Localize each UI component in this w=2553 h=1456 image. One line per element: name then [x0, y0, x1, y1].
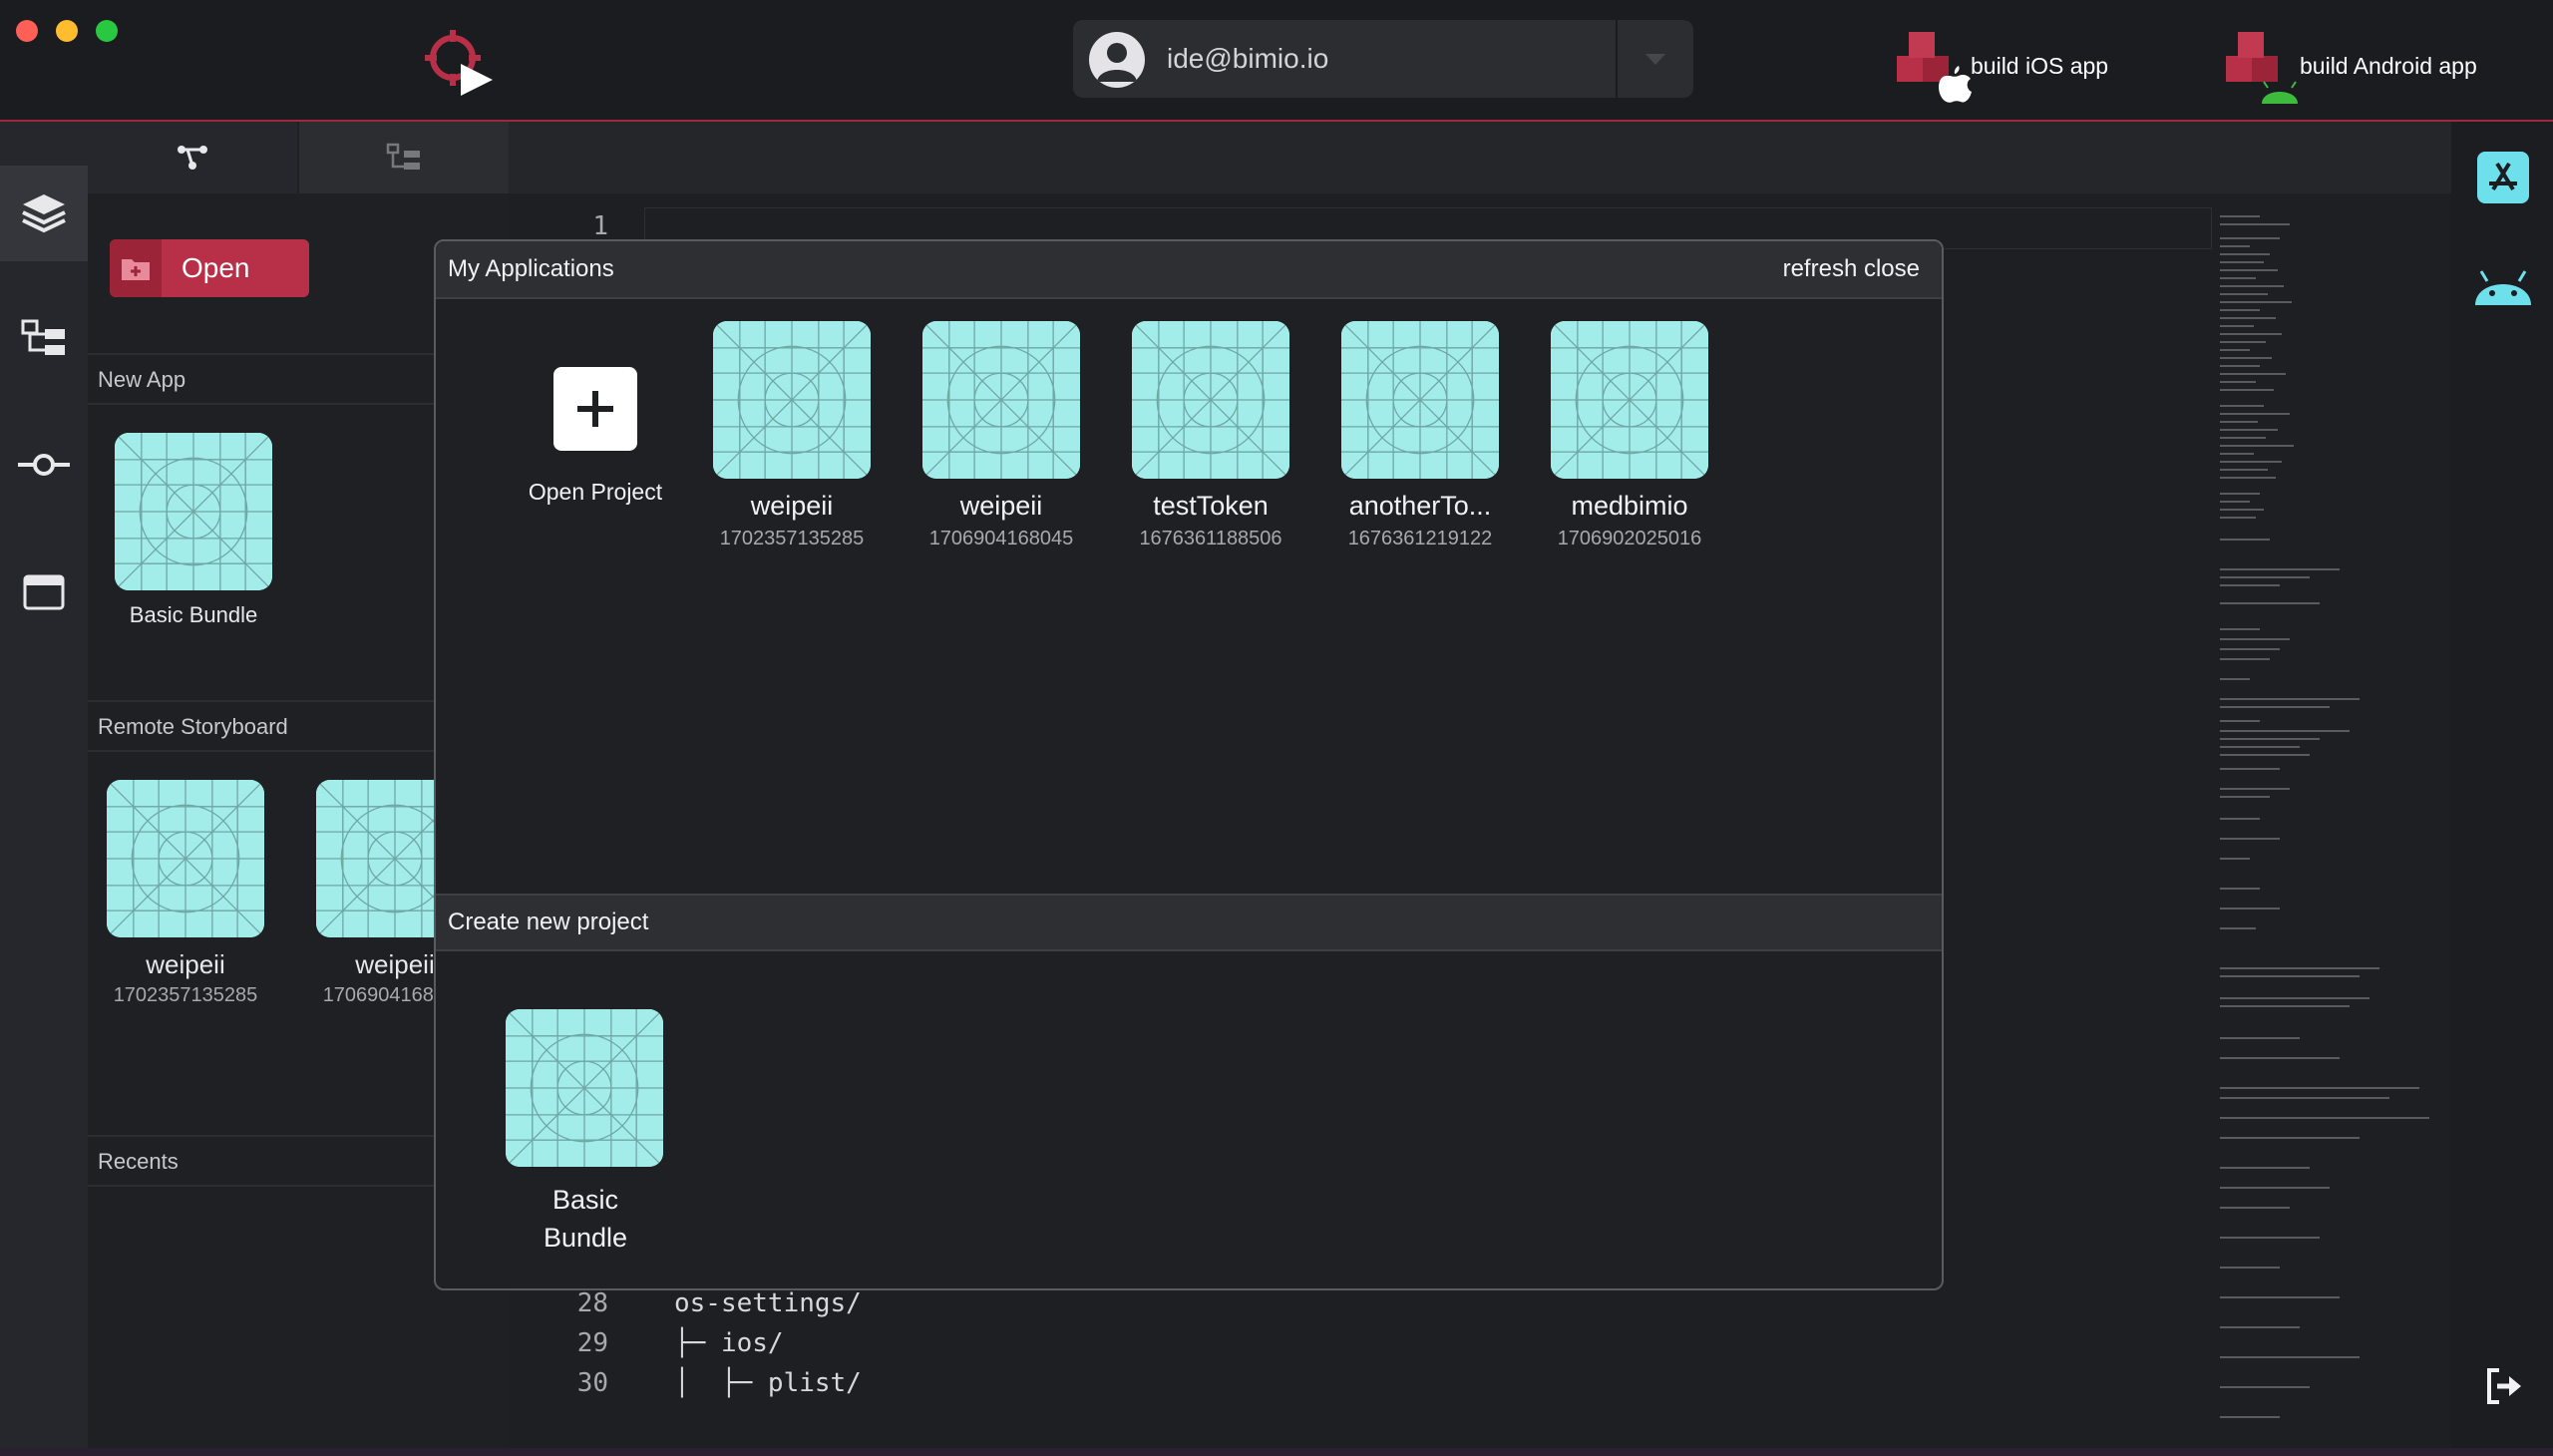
avatar-icon — [1089, 32, 1145, 88]
window-close-button[interactable] — [16, 20, 38, 42]
template-name: Basic Bundle — [543, 1185, 628, 1253]
build-ios-icon — [1897, 32, 1972, 103]
code-line: ├─ ios/ — [674, 1328, 784, 1358]
application-name: weipeii — [959, 491, 1043, 521]
create-project-title: Create new project — [448, 909, 649, 935]
placeholder-app-icon — [922, 321, 1080, 479]
tree-icon — [21, 319, 65, 355]
build-android-label: build Android app — [2300, 52, 2477, 79]
application-id: 1676361219122 — [1347, 528, 1493, 549]
placeholder-app-icon — [1341, 321, 1499, 479]
rail-window[interactable] — [0, 545, 88, 640]
layers-icon — [22, 194, 66, 233]
outline-icon — [386, 143, 420, 170]
application-tile[interactable]: weipeii 1706904168045 — [907, 321, 1096, 550]
account-selector[interactable]: ide@bimio.io — [1073, 20, 1693, 98]
minimap[interactable] — [2216, 209, 2437, 1446]
section-title-recents: Recents — [98, 1149, 179, 1174]
line-number: 1 — [592, 211, 608, 241]
build-android-button[interactable]: build Android app — [2218, 26, 2477, 106]
logout-icon — [2487, 1368, 2521, 1404]
hierarchy-icon — [178, 146, 207, 170]
editor-tab-bar — [509, 122, 2451, 193]
line-number: 28 — [576, 1288, 608, 1318]
window-icon — [23, 574, 65, 610]
title-bar: ide@bimio.io build iOS app build Android… — [0, 0, 2553, 122]
open-project-label: Open Project — [528, 479, 663, 505]
window-zoom-button[interactable] — [96, 20, 118, 42]
placeholder-app-icon — [107, 780, 264, 937]
application-tile[interactable]: medbimio 1706902025016 — [1535, 321, 1724, 550]
application-name: anotherTo... — [1348, 491, 1492, 521]
line-number: 29 — [576, 1328, 608, 1358]
application-name: medbimio — [1571, 491, 1688, 521]
code-line: │ ├─ plist/ — [674, 1368, 862, 1398]
right-rail — [2451, 122, 2553, 1448]
left-rail — [0, 122, 88, 1448]
application-tile[interactable]: testToken 1676361188506 — [1116, 321, 1305, 550]
build-android-icon — [2226, 32, 2298, 104]
placeholder-app-icon — [713, 321, 871, 479]
android-button[interactable] — [2473, 261, 2533, 311]
dialog-title: My Applications — [448, 255, 614, 282]
dialog-header: My Applications refresh close — [436, 241, 1942, 299]
logout-button[interactable] — [2483, 1366, 2523, 1406]
rail-layers[interactable] — [0, 166, 88, 261]
app-store-button[interactable] — [2477, 152, 2529, 203]
tile-id: 1702357135285 — [113, 984, 258, 1006]
account-email: ide@bimio.io — [1167, 43, 1329, 74]
template-tile[interactable]: Basic Bundle — [506, 1009, 665, 1257]
placeholder-app-icon — [1132, 321, 1289, 479]
create-project-header: Create new project — [436, 894, 1942, 951]
commit-icon — [18, 454, 70, 476]
app-store-icon — [2489, 162, 2517, 191]
panel-tabs — [88, 122, 509, 193]
tab-outline[interactable] — [297, 122, 509, 193]
line-number: 30 — [576, 1368, 608, 1398]
application-id: 1676361188506 — [1139, 528, 1282, 549]
open-button-label: Open — [182, 252, 250, 283]
app-logo-icon — [425, 30, 493, 96]
section-title-new-app: New App — [98, 367, 186, 392]
tile-name: weipeii — [146, 949, 225, 979]
section-title-remote-storyboard: Remote Storyboard — [98, 714, 288, 739]
tab-hierarchy[interactable] — [88, 122, 297, 193]
tile-name: Basic Bundle — [129, 602, 258, 627]
open-button[interactable]: Open — [110, 239, 309, 297]
placeholder-app-icon — [1551, 321, 1708, 479]
application-id: 1706902025016 — [1557, 528, 1702, 549]
remote-tile[interactable]: weipeii 1702357135285 — [88, 780, 283, 1007]
application-tile[interactable]: anotherTo... 1676361219122 — [1325, 321, 1515, 550]
code-line: os-settings/ — [674, 1288, 862, 1318]
window-minimize-button[interactable] — [56, 20, 78, 42]
android-icon — [2475, 270, 2531, 305]
dialog-actions: refresh close — [1783, 241, 1920, 297]
new-app-tile[interactable]: Basic Bundle — [108, 433, 279, 628]
placeholder-app-icon — [506, 1009, 663, 1167]
placeholder-app-icon — [115, 433, 272, 590]
rail-tree[interactable] — [0, 291, 88, 387]
close-button[interactable]: close — [1864, 255, 1920, 282]
build-ios-button[interactable]: build iOS app — [1889, 26, 2108, 106]
account-dropdown-button[interactable] — [1618, 20, 1693, 98]
chevron-down-icon — [1645, 54, 1665, 65]
application-name: testToken — [1153, 491, 1269, 521]
application-tile[interactable]: weipeii 1702357135285 — [697, 321, 887, 550]
build-ios-label: build iOS app — [1971, 52, 2109, 79]
plus-icon — [553, 367, 637, 451]
open-project-button[interactable]: Open Project — [496, 367, 695, 506]
bottom-edge — [0, 1448, 2553, 1456]
refresh-button[interactable]: refresh — [1783, 255, 1858, 282]
my-applications-dialog: My Applications refresh close Open Proje… — [434, 239, 1944, 1290]
folder-plus-icon — [122, 259, 150, 280]
application-name: weipeii — [750, 491, 834, 521]
application-id: 1706904168045 — [928, 528, 1074, 549]
rail-commit[interactable] — [0, 417, 88, 513]
application-id: 1702357135285 — [719, 528, 865, 549]
